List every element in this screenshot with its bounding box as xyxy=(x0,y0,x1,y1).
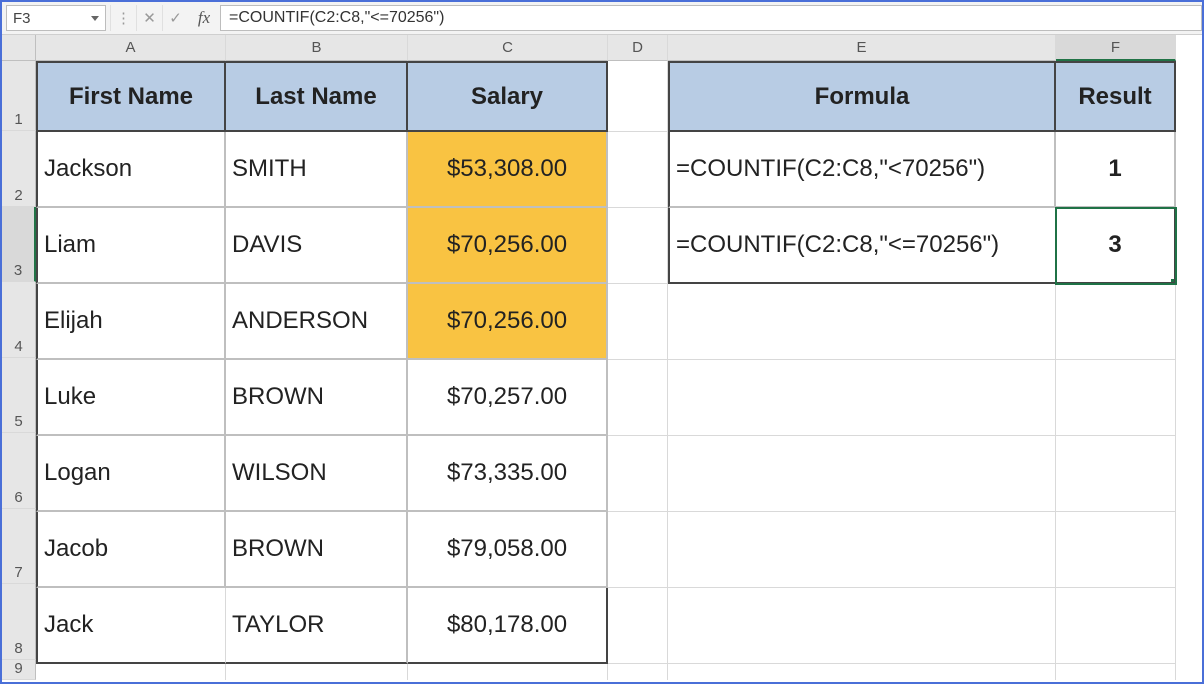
header-result[interactable]: Result xyxy=(1056,61,1176,132)
table-row: First Name Last Name Salary Formula Resu… xyxy=(36,61,1202,132)
cell[interactable] xyxy=(1056,360,1176,436)
cell[interactable] xyxy=(1056,512,1176,588)
row-header-2[interactable]: 2 xyxy=(2,131,36,207)
cell[interactable] xyxy=(668,436,1056,512)
cell-last[interactable]: SMITH xyxy=(226,132,408,208)
column-headers: A B C D E F xyxy=(36,35,1202,61)
cell-last[interactable]: TAYLOR xyxy=(226,588,408,664)
active-cell[interactable]: 3 xyxy=(1056,208,1176,284)
cell[interactable] xyxy=(1056,436,1176,512)
col-header-d[interactable]: D xyxy=(608,35,668,61)
table-row: Logan WILSON $73,335.00 xyxy=(36,436,1202,512)
cell[interactable] xyxy=(608,208,668,284)
select-all-corner[interactable] xyxy=(2,35,36,61)
confirm-icon[interactable]: ✓ xyxy=(162,5,188,31)
row-header-3[interactable]: 3 xyxy=(2,207,36,283)
cell[interactable] xyxy=(608,132,668,208)
cell[interactable] xyxy=(608,61,668,132)
cell-result[interactable]: 1 xyxy=(1056,132,1176,208)
cell[interactable] xyxy=(608,664,668,680)
col-header-e[interactable]: E xyxy=(668,35,1056,61)
name-box[interactable]: F3 xyxy=(6,5,106,31)
cell-last[interactable]: BROWN xyxy=(226,512,408,588)
cell[interactable] xyxy=(226,664,408,680)
table-row: Jack TAYLOR $80,178.00 xyxy=(36,588,1202,664)
cell[interactable] xyxy=(36,664,226,680)
cell[interactable] xyxy=(608,512,668,588)
row-header-5[interactable]: 5 xyxy=(2,358,36,434)
table-row xyxy=(36,664,1202,680)
cell-first[interactable]: Jack xyxy=(36,588,226,664)
cell-salary[interactable]: $70,256.00 xyxy=(408,208,608,284)
header-last-name[interactable]: Last Name xyxy=(226,61,408,132)
cell-first[interactable]: Logan xyxy=(36,436,226,512)
cell-salary[interactable]: $80,178.00 xyxy=(408,588,608,664)
cell-salary[interactable]: $70,257.00 xyxy=(408,360,608,436)
cell[interactable] xyxy=(1056,664,1176,680)
cell[interactable] xyxy=(608,284,668,360)
cell-first[interactable]: Jacob xyxy=(36,512,226,588)
cell-first[interactable]: Elijah xyxy=(36,284,226,360)
cell-last[interactable]: ANDERSON xyxy=(226,284,408,360)
cell-formula[interactable]: =COUNTIF(C2:C8,"<70256") xyxy=(668,132,1056,208)
cell-last[interactable]: WILSON xyxy=(226,436,408,512)
chevron-down-icon xyxy=(91,16,99,21)
spreadsheet-grid: 1 2 3 4 5 6 7 8 9 A B C D E F First Name… xyxy=(2,35,1202,680)
dots-icon[interactable]: ⋮ xyxy=(110,5,136,31)
cell[interactable] xyxy=(668,588,1056,664)
cell-salary[interactable]: $73,335.00 xyxy=(408,436,608,512)
col-header-c[interactable]: C xyxy=(408,35,608,61)
cell-last[interactable]: DAVIS xyxy=(226,208,408,284)
row-header-9[interactable]: 9 xyxy=(2,660,36,680)
cell-formula[interactable]: =COUNTIF(C2:C8,"<=70256") xyxy=(668,208,1056,284)
table-row: Liam DAVIS $70,256.00 =COUNTIF(C2:C8,"<=… xyxy=(36,208,1202,284)
header-formula[interactable]: Formula xyxy=(668,61,1056,132)
cell[interactable] xyxy=(668,512,1056,588)
cell-last[interactable]: BROWN xyxy=(226,360,408,436)
header-first-name[interactable]: First Name xyxy=(36,61,226,132)
cell[interactable] xyxy=(608,436,668,512)
cell[interactable] xyxy=(668,664,1056,680)
cell-salary[interactable]: $79,058.00 xyxy=(408,512,608,588)
cell-salary[interactable]: $53,308.00 xyxy=(408,132,608,208)
row-header-7[interactable]: 7 xyxy=(2,509,36,585)
cell[interactable] xyxy=(668,360,1056,436)
cell-first[interactable]: Luke xyxy=(36,360,226,436)
table-row: Luke BROWN $70,257.00 xyxy=(36,360,1202,436)
cell[interactable] xyxy=(608,360,668,436)
table-row: Elijah ANDERSON $70,256.00 xyxy=(36,284,1202,360)
header-salary[interactable]: Salary xyxy=(408,61,608,132)
col-header-f[interactable]: F xyxy=(1056,35,1176,61)
cell[interactable] xyxy=(408,664,608,680)
col-header-a[interactable]: A xyxy=(36,35,226,61)
cell-salary[interactable]: $70,256.00 xyxy=(408,284,608,360)
row-headers: 1 2 3 4 5 6 7 8 9 xyxy=(2,35,36,680)
row-header-6[interactable]: 6 xyxy=(2,433,36,509)
row-header-4[interactable]: 4 xyxy=(2,282,36,358)
row-header-1[interactable]: 1 xyxy=(2,61,36,132)
cell-reference: F3 xyxy=(13,10,31,27)
cell-first[interactable]: Liam xyxy=(36,208,226,284)
formula-input[interactable]: =COUNTIF(C2:C8,"<=70256") xyxy=(220,5,1202,31)
fx-icon[interactable]: fx xyxy=(188,8,220,28)
cell[interactable] xyxy=(1056,284,1176,360)
table-row: Jacob BROWN $79,058.00 xyxy=(36,512,1202,588)
cell[interactable] xyxy=(608,588,668,664)
row-header-8[interactable]: 8 xyxy=(2,584,36,660)
col-header-b[interactable]: B xyxy=(226,35,408,61)
cell[interactable] xyxy=(1056,588,1176,664)
cancel-icon[interactable]: ✕ xyxy=(136,5,162,31)
formula-bar: F3 ⋮ ✕ ✓ fx =COUNTIF(C2:C8,"<=70256") xyxy=(2,2,1202,35)
cell[interactable] xyxy=(668,284,1056,360)
table-row: Jackson SMITH $53,308.00 =COUNTIF(C2:C8,… xyxy=(36,132,1202,208)
formula-text: =COUNTIF(C2:C8,"<=70256") xyxy=(229,9,444,27)
cell-first[interactable]: Jackson xyxy=(36,132,226,208)
